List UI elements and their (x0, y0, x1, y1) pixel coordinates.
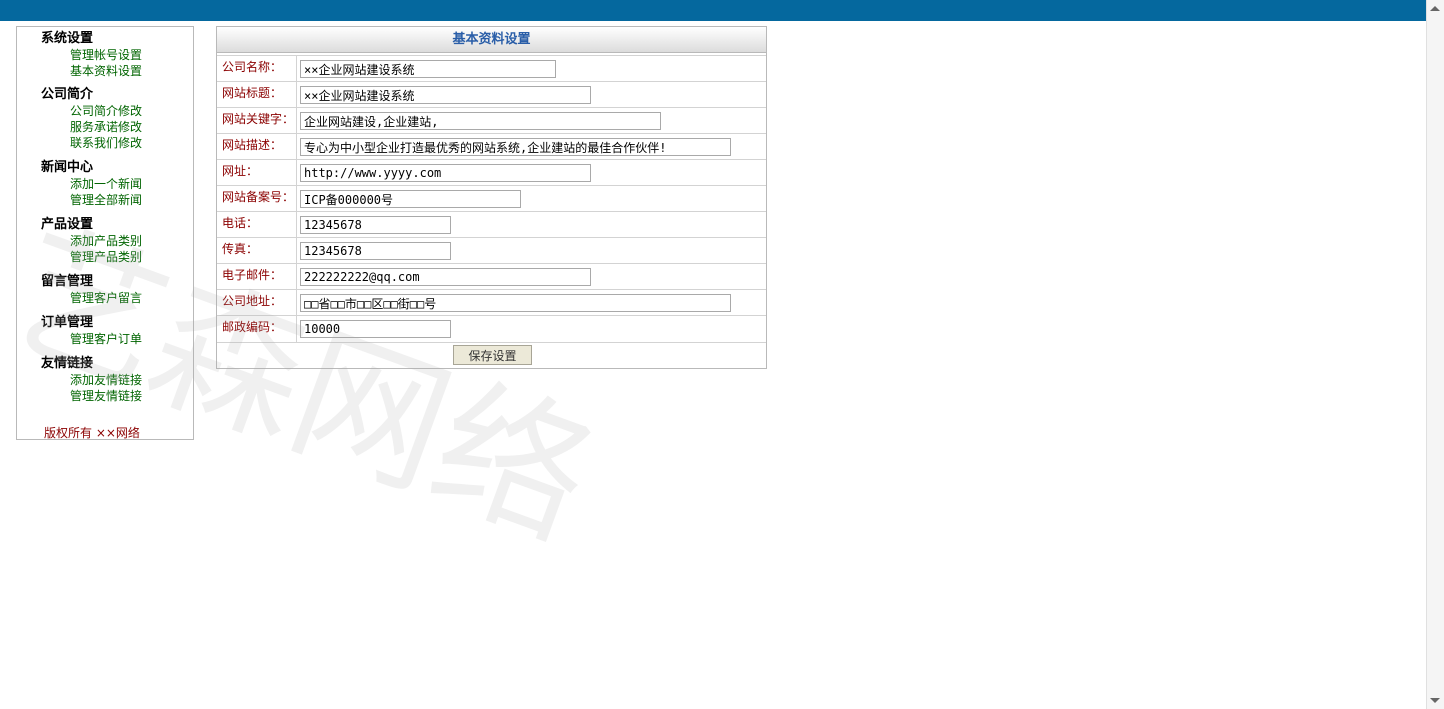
sidebar-group-links: 友情链接 添加友情链接 管理友情链接 (41, 356, 142, 404)
field-label: 网站标题： (217, 82, 297, 108)
url-input[interactable] (300, 164, 591, 182)
phone-input[interactable] (300, 216, 451, 234)
sidebar-group-company: 公司简介 公司简介修改 服务承诺修改 联系我们修改 (41, 87, 142, 151)
sidebar-item-add-category[interactable]: 添加产品类别 (70, 233, 142, 249)
sidebar-group-title: 友情链接 (41, 356, 94, 371)
form-title: 基本资料设置 (217, 27, 766, 53)
sidebar-group-title: 订单管理 (41, 315, 94, 330)
form-row-address: 公司地址： (217, 289, 766, 316)
sidebar-group-title: 产品设置 (41, 217, 94, 232)
sidebar-item-manage-news[interactable]: 管理全部新闻 (70, 192, 142, 208)
form-row-url: 网址： (217, 159, 766, 186)
vertical-scrollbar[interactable] (1426, 0, 1444, 709)
form-row-icp: 网站备案号： (217, 185, 766, 212)
sidebar-group-messages: 留言管理 管理客户留言 (41, 274, 142, 306)
field-label: 传真： (217, 238, 297, 264)
sidebar-item-manage-messages[interactable]: 管理客户留言 (70, 290, 142, 306)
form-row-description: 网站描述： (217, 133, 766, 160)
form-row-site-title: 网站标题： (217, 81, 766, 108)
sidebar-item-add-news[interactable]: 添加一个新闻 (70, 176, 142, 192)
sidebar-item-manage-category[interactable]: 管理产品类别 (70, 249, 142, 265)
field-label: 公司地址： (217, 290, 297, 316)
fax-input[interactable] (300, 242, 451, 260)
sidebar: 系统设置 管理帐号设置 基本资料设置 公司简介 公司简介修改 服务承诺修改 联系… (16, 26, 194, 440)
copyright-text: 版权所有 ××网络 (44, 426, 140, 440)
field-label: 网站关键字： (217, 108, 297, 134)
scroll-down-arrow-icon[interactable] (1430, 698, 1440, 703)
company-name-input[interactable] (300, 60, 556, 78)
top-banner (0, 0, 1426, 21)
sidebar-group-title: 系统设置 (41, 31, 94, 46)
form-actions: 保存设置 (217, 342, 766, 369)
field-label: 网站描述： (217, 134, 297, 160)
basic-info-form: 基本资料设置 公司名称： 网站标题： 网站关键字： 网站描述： 网址： 网站备案… (216, 26, 767, 369)
sidebar-group-system: 系统设置 管理帐号设置 基本资料设置 (41, 31, 142, 79)
address-input[interactable] (300, 294, 731, 312)
form-row-company-name: 公司名称： (217, 55, 766, 82)
sidebar-item-manage-orders[interactable]: 管理客户订单 (70, 331, 142, 347)
site-title-input[interactable] (300, 86, 591, 104)
sidebar-group-orders: 订单管理 管理客户订单 (41, 315, 142, 347)
form-row-keywords: 网站关键字： (217, 107, 766, 134)
email-input[interactable] (300, 268, 591, 286)
sidebar-item-add-link[interactable]: 添加友情链接 (70, 372, 142, 388)
sidebar-item-company-intro[interactable]: 公司简介修改 (70, 103, 142, 119)
sidebar-group-news: 新闻中心 添加一个新闻 管理全部新闻 (41, 160, 142, 208)
sidebar-item-manage-links[interactable]: 管理友情链接 (70, 388, 142, 404)
keywords-input[interactable] (300, 112, 661, 130)
sidebar-group-products: 产品设置 添加产品类别 管理产品类别 (41, 217, 142, 265)
scroll-up-arrow-icon[interactable] (1430, 6, 1440, 11)
form-row-fax: 传真： (217, 237, 766, 264)
field-label: 电子邮件： (217, 264, 297, 290)
field-label: 电话： (217, 212, 297, 238)
sidebar-group-title: 新闻中心 (41, 160, 94, 175)
description-input[interactable] (300, 138, 731, 156)
form-row-email: 电子邮件： (217, 263, 766, 290)
sidebar-item-manage-account[interactable]: 管理帐号设置 (70, 47, 142, 63)
sidebar-item-service-promise[interactable]: 服务承诺修改 (70, 119, 142, 135)
postcode-input[interactable] (300, 320, 451, 338)
sidebar-group-title: 留言管理 (41, 274, 94, 289)
form-row-postcode: 邮政编码： (217, 315, 766, 342)
field-label: 网址： (217, 160, 297, 186)
form-row-phone: 电话： (217, 211, 766, 238)
save-button[interactable]: 保存设置 (453, 345, 532, 365)
field-label: 公司名称： (217, 56, 297, 82)
sidebar-item-basic-info[interactable]: 基本资料设置 (70, 63, 142, 79)
sidebar-item-contact-us[interactable]: 联系我们修改 (70, 135, 142, 151)
field-label: 网站备案号： (217, 186, 297, 212)
icp-input[interactable] (300, 190, 521, 208)
field-label: 邮政编码： (217, 316, 297, 342)
sidebar-group-title: 公司简介 (41, 87, 94, 102)
